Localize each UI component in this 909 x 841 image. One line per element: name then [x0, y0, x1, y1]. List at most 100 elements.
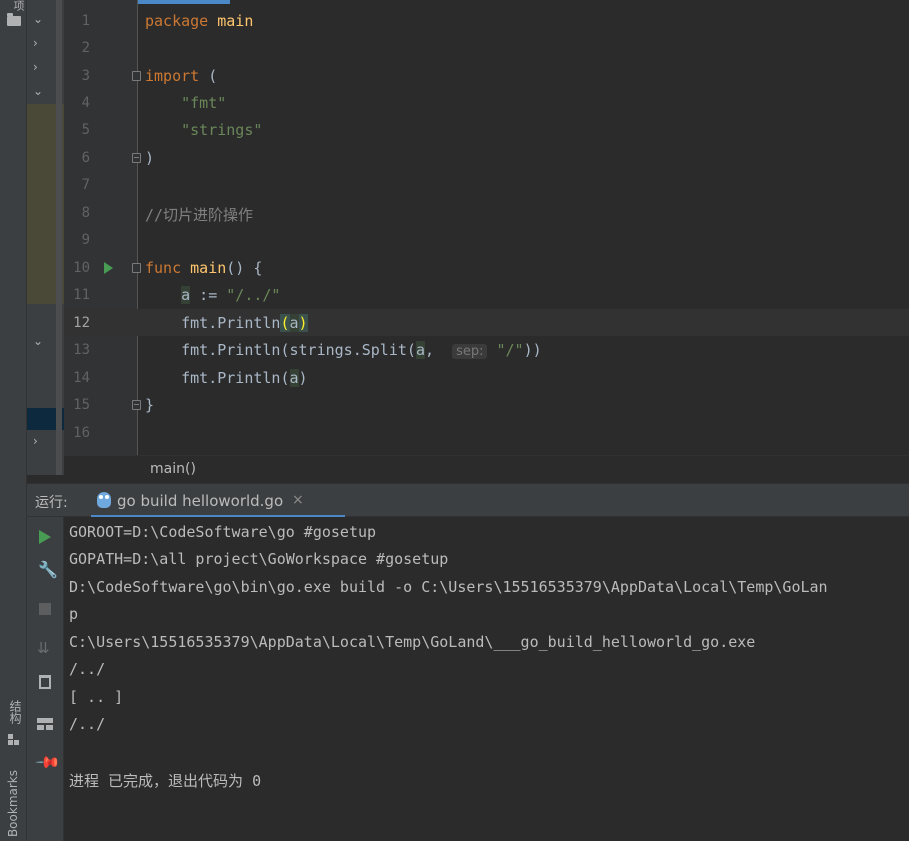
fold-icon[interactable] [132, 71, 141, 81]
string-literal: "/../" [226, 286, 281, 304]
code-text: import ( [145, 67, 217, 85]
operator: := [190, 286, 227, 304]
run-gutter-icon[interactable] [104, 262, 113, 274]
code-line[interactable]: 13 fmt.Println(strings.Split(a, sep: "/"… [64, 336, 909, 363]
function-name: main [190, 259, 227, 277]
code-line[interactable]: 10 func main() { [64, 254, 909, 281]
code-line[interactable]: 7 [64, 171, 909, 198]
punctuation: ) [145, 149, 155, 167]
stop-button[interactable] [35, 599, 55, 619]
punctuation: ( [280, 369, 290, 387]
method-name: Println [217, 369, 281, 387]
chevron-down-icon[interactable]: ⌄ [33, 12, 43, 26]
keyword: package [145, 12, 209, 30]
console-line: GOPATH=D:\all project\GoWorkspace #goset… [69, 550, 449, 568]
line-number: 16 [73, 425, 90, 441]
project-panel: ⌄ › › ⌄ ⌄ › [27, 0, 64, 475]
line-number: 5 [81, 122, 90, 138]
variable: a [289, 314, 299, 332]
chevron-down-icon[interactable]: ⌄ [33, 334, 43, 348]
code-line[interactable]: 16 [64, 419, 909, 446]
code-line[interactable]: 15 } [64, 391, 909, 418]
keyword: func [145, 259, 182, 277]
code-text: fmt.Println(strings.Split(a, sep: "/")) [145, 341, 542, 359]
console-line: [ .. ] [69, 688, 124, 706]
console-line: /../ [69, 715, 106, 733]
code-line[interactable]: 9 [64, 226, 909, 253]
run-tab-label: go build helloworld.go [117, 492, 284, 510]
variable: a [181, 286, 191, 304]
code-text: func main() { [145, 259, 262, 277]
layout-button[interactable] [35, 714, 55, 734]
code-editor[interactable]: 1 package main 2 3 import ( 4 "fmt" 5 "s… [64, 0, 909, 455]
structure-tool-button[interactable]: 结构 [2, 700, 26, 752]
code-text: fmt.Println(a) [145, 314, 308, 332]
code-line[interactable]: 4 "fmt" [64, 89, 909, 116]
chevron-right-icon[interactable]: › [33, 434, 38, 448]
console-line: GOROOT=D:\CodeSoftware\go #gosetup [69, 523, 377, 541]
string-literal: "/" [496, 341, 524, 359]
line-number: 6 [81, 150, 90, 166]
bookmarks-tool-button[interactable]: Bookmarks [2, 770, 26, 841]
rerun-button[interactable] [35, 527, 55, 547]
code-line[interactable]: 1 package main [64, 7, 909, 34]
punctuation: )) [523, 341, 542, 359]
structure-icon [8, 734, 20, 746]
code-text: package main [145, 12, 253, 30]
code-line[interactable]: 14 fmt.Println(a) [64, 364, 909, 391]
line-number: 8 [81, 205, 90, 221]
bookmarks-tool-label: Bookmarks [6, 770, 20, 838]
method-name: Split [361, 341, 407, 359]
code-line[interactable]: 6 ) [64, 144, 909, 171]
project-tool-label: 项 [12, 0, 25, 11]
punctuation: . [208, 341, 218, 359]
console-output[interactable]: GOROOT=D:\CodeSoftware\go #gosetup GOPAT… [64, 517, 909, 841]
go-gopher-icon [97, 492, 111, 508]
code-line[interactable]: 8 //切片进阶操作 [64, 199, 909, 226]
fold-icon[interactable] [132, 263, 141, 273]
punctuation: , [424, 341, 444, 359]
punctuation: . [352, 341, 362, 359]
project-scrollbar[interactable] [56, 0, 62, 475]
project-tool-button[interactable]: 项 [4, 0, 25, 32]
pin-tab-button[interactable]: 📌 [34, 749, 62, 777]
code-line[interactable]: 11 a := "/../" [64, 281, 909, 308]
chevron-right-icon[interactable]: › [33, 36, 38, 50]
console-line: /../ [69, 660, 106, 678]
line-number: 7 [81, 177, 90, 193]
package-ref: fmt [181, 314, 209, 332]
punctuation: ( [208, 67, 218, 85]
code-line[interactable]: 3 import ( [64, 62, 909, 89]
line-number: 15 [73, 397, 90, 413]
package-ref: fmt [181, 369, 209, 387]
stop-icon [39, 603, 51, 615]
run-config-tab[interactable]: go build helloworld.go × [91, 484, 345, 518]
pin-icon: 📌 [34, 748, 62, 777]
variable: a [289, 369, 299, 387]
code-line-current[interactable]: 12 fmt.Println(a) [64, 309, 909, 336]
code-text: ) [145, 149, 154, 167]
line-number: 13 [73, 342, 90, 358]
code-text: "strings" [145, 121, 262, 139]
scroll-to-end-button[interactable]: ⇊ [35, 639, 55, 659]
run-toolbar: 🔧 ⇊ 📌 [27, 517, 64, 841]
fold-end-icon[interactable] [132, 153, 141, 163]
play-icon [39, 530, 51, 544]
breadcrumb-item[interactable]: main() [150, 461, 196, 477]
run-panel-header: 运行: go build helloworld.go × [27, 483, 909, 518]
clear-console-button[interactable] [35, 672, 55, 692]
close-icon[interactable]: × [292, 492, 304, 508]
chevron-down-icon[interactable]: ⌄ [33, 84, 43, 98]
code-text: fmt.Println(a) [145, 369, 308, 387]
method-name: Println [217, 314, 281, 332]
parameter-hint: sep: [452, 344, 488, 359]
punctuation: } [145, 396, 155, 414]
code-line[interactable]: 2 [64, 34, 909, 61]
chevron-right-icon[interactable]: › [33, 60, 38, 74]
console-line: D:\CodeSoftware\go\bin\go.exe build -o C… [69, 578, 828, 596]
console-line: C:\Users\15516535379\AppData\Local\Temp\… [69, 633, 756, 651]
fold-end-icon[interactable] [132, 400, 141, 410]
code-line[interactable]: 5 "strings" [64, 116, 909, 143]
edit-config-button[interactable]: 🔧 [35, 558, 58, 579]
line-number: 4 [81, 95, 90, 111]
